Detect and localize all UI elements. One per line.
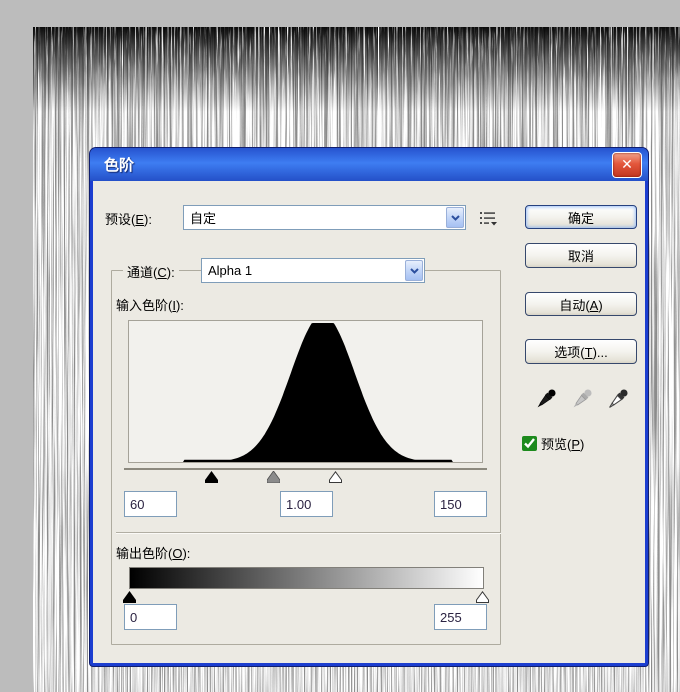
output-levels-label: 输出色阶(O): <box>116 543 190 562</box>
label-part: ): <box>175 298 184 313</box>
preset-options-icon[interactable] <box>476 207 502 229</box>
output-black-field[interactable] <box>124 604 177 630</box>
label-mnemonic: O <box>172 546 183 561</box>
label-part: ) <box>580 437 585 452</box>
ok-button[interactable]: 确定 <box>525 205 637 229</box>
input-gamma-slider[interactable] <box>266 470 281 484</box>
preview-row: 预览(P) <box>522 434 584 453</box>
output-white-slider[interactable] <box>476 590 489 603</box>
channel-label: 通道(C): <box>123 262 179 281</box>
cancel-button[interactable]: 取消 <box>525 243 637 268</box>
label-part: 预览( <box>541 437 572 452</box>
label-part: ): <box>182 546 191 561</box>
label-part: )... <box>592 345 608 360</box>
dialog-titlebar[interactable]: 色阶 ✕ <box>90 148 648 181</box>
label-part: ): <box>144 212 152 227</box>
auto-button[interactable]: 自动(A) <box>525 292 637 316</box>
label-part: 选项( <box>554 345 585 360</box>
eyedropper-toolbar <box>525 385 637 415</box>
label-part: 自动( <box>559 298 590 313</box>
input-black-slider[interactable] <box>204 470 218 483</box>
label-part: 输出色阶( <box>116 546 173 561</box>
black-point-eyedropper-icon[interactable] <box>531 386 559 414</box>
dialog-title: 色阶 <box>104 157 135 174</box>
input-white-slider[interactable] <box>329 470 343 483</box>
label-mnemonic: C <box>157 265 167 280</box>
input-slider-track <box>124 468 487 470</box>
preset-dropdown[interactable]: 自定 <box>183 205 466 230</box>
preview-label: 预览(P) <box>541 434 584 453</box>
channel-dropdown-value: Alpha 1 <box>208 263 253 278</box>
chevron-down-icon <box>446 207 464 228</box>
channel-dropdown[interactable]: Alpha 1 <box>201 258 425 283</box>
chevron-down-icon <box>405 260 423 281</box>
options-button[interactable]: 选项(T)... <box>525 339 637 364</box>
preset-label: 预设(E): <box>105 209 152 228</box>
label-mnemonic: E <box>135 212 145 227</box>
output-white-field[interactable] <box>434 604 487 630</box>
input-levels-label: 输入色阶(I): <box>116 295 184 314</box>
histogram-panel <box>128 320 483 463</box>
input-white-field[interactable] <box>434 491 487 517</box>
output-black-slider[interactable] <box>123 590 136 603</box>
preview-checkbox[interactable] <box>522 436 537 451</box>
input-black-field[interactable] <box>124 491 177 517</box>
label-part: 输入色阶( <box>116 298 173 313</box>
label-mnemonic: P <box>571 437 581 452</box>
label-part: ) <box>598 298 603 313</box>
gray-point-eyedropper-icon[interactable] <box>567 386 595 414</box>
section-divider <box>116 532 501 534</box>
close-icon: ✕ <box>621 156 633 172</box>
input-gamma-field[interactable] <box>280 491 333 517</box>
output-gradient-bar <box>129 567 484 589</box>
label-part: 预设( <box>105 212 136 227</box>
white-point-eyedropper-icon[interactable] <box>603 386 631 414</box>
close-button[interactable]: ✕ <box>612 152 642 178</box>
label-part: ): <box>166 265 175 280</box>
histogram-plot <box>129 323 482 462</box>
levels-dialog: 色阶 ✕ 预设(E): 自定 确定 取消 自动(A) 选项(T)... 预览(P… <box>90 148 648 666</box>
label-part: 通道( <box>127 265 158 280</box>
preset-dropdown-value: 自定 <box>190 211 217 226</box>
label-mnemonic: T <box>584 345 593 360</box>
